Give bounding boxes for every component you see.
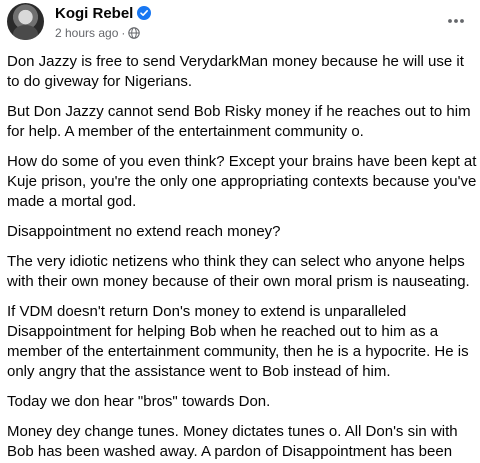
post-meta: 2 hours ago · xyxy=(55,25,141,41)
author-name-row: Kogi Rebel xyxy=(55,3,152,23)
post-paragraph: Disappointment no extend reach money? xyxy=(7,223,281,240)
more-options-icon[interactable] xyxy=(446,11,466,31)
author-avatar[interactable] xyxy=(7,3,44,40)
globe-icon xyxy=(128,27,141,39)
author-name[interactable]: Kogi Rebel xyxy=(55,5,133,22)
post-paragraph: Money dey change tunes. Money dictates t… xyxy=(7,423,458,460)
meta-separator: · xyxy=(121,26,126,40)
post-paragraph: How do some of you even think? Except yo… xyxy=(7,153,477,210)
post-paragraph: But Don Jazzy cannot send Bob Risky mone… xyxy=(7,103,471,140)
post-paragraph: If VDM doesn't return Don's money to ext… xyxy=(7,303,469,380)
post-paragraph: The very idiotic netizens who think they… xyxy=(7,253,470,290)
verified-badge-icon xyxy=(137,6,152,20)
facebook-post: Kogi Rebel 2 hours ago · Don Jazzy is fr… xyxy=(0,0,480,463)
post-header: Kogi Rebel 2 hours ago · xyxy=(0,0,480,46)
post-timestamp[interactable]: 2 hours ago xyxy=(55,26,118,40)
post-paragraph: Today we don hear "bros" towards Don. xyxy=(7,393,271,410)
post-paragraph: Don Jazzy is free to send VerydarkMan mo… xyxy=(7,53,464,90)
post-body: Don Jazzy is free to send VerydarkMan mo… xyxy=(7,52,477,463)
